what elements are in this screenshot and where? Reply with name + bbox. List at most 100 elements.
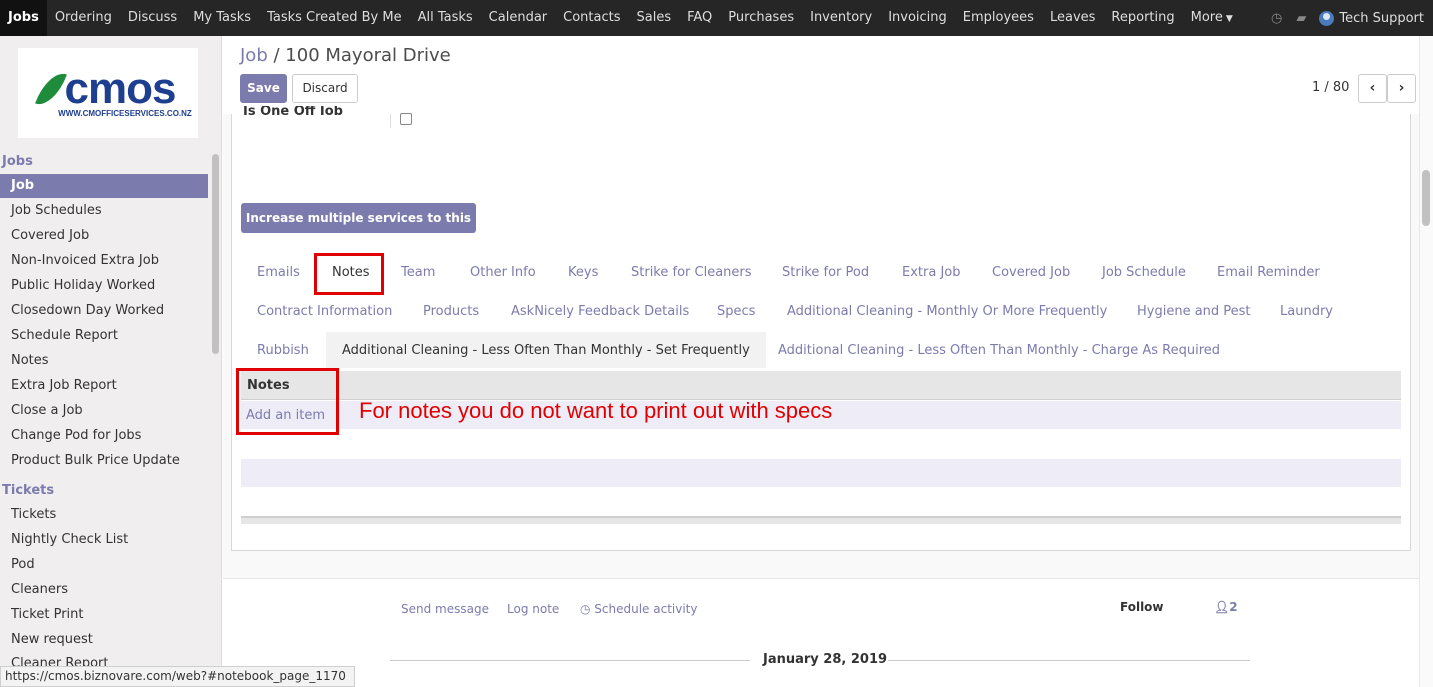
tab-additional-cleaning-charge-as-required[interactable]: Additional Cleaning - Less Often Than Mo…	[778, 334, 1220, 368]
clock-icon: ◷	[580, 602, 595, 616]
sidebar-item-closedown-day-worked[interactable]: Closedown Day Worked	[0, 299, 208, 323]
sidebar-section-jobs: Jobs	[2, 154, 33, 169]
menu-my-tasks[interactable]: My Tasks	[185, 0, 259, 36]
menu-sales[interactable]: Sales	[629, 0, 680, 36]
tab-covered-job[interactable]: Covered Job	[992, 256, 1070, 290]
user-name: Tech Support	[1339, 10, 1424, 26]
annotation-text: For notes you do not want to print out w…	[359, 398, 833, 423]
sidebar-item-nightly-check-list[interactable]: Nightly Check List	[0, 528, 208, 552]
chat-icon[interactable]: ▰	[1289, 11, 1313, 26]
menu-purchases[interactable]: Purchases	[720, 0, 802, 36]
menu-discuss[interactable]: Discuss	[120, 0, 185, 36]
sidebar-item-non-invoiced-extra-job[interactable]: Non-Invoiced Extra Job	[0, 249, 208, 273]
tab-additional-cleaning-monthly[interactable]: Additional Cleaning - Monthly Or More Fr…	[787, 295, 1107, 329]
sidebar-item-job-schedules[interactable]: Job Schedules	[0, 199, 208, 223]
status-url-tooltip: https://cmos.biznovare.com/web?#notebook…	[0, 666, 355, 687]
sidebar-item-ticket-print[interactable]: Ticket Print	[0, 603, 208, 627]
tab-job-schedule[interactable]: Job Schedule	[1102, 256, 1186, 290]
log-note-button[interactable]: Log note	[507, 602, 559, 616]
sidebar-scrollbar[interactable]	[212, 154, 219, 354]
app-menu: Jobs Ordering Discuss My Tasks Tasks Cre…	[0, 0, 1241, 36]
one-off-job-checkbox[interactable]	[400, 113, 412, 125]
tab-team[interactable]: Team	[401, 256, 435, 290]
tab-email-reminder[interactable]: Email Reminder	[1217, 256, 1320, 290]
notes-table-header	[241, 371, 1401, 400]
one-off-job-label: Is One Off Job	[243, 106, 343, 115]
page-title: 100 Mayoral Drive	[285, 45, 451, 66]
company-logo[interactable]: cmos WWW.CMOFFICESERVICES.CO.NZ	[18, 48, 198, 138]
tab-emails[interactable]: Emails	[257, 256, 300, 290]
sidebar-item-tickets[interactable]: Tickets	[0, 503, 208, 527]
sidebar-item-public-holiday-worked[interactable]: Public Holiday Worked	[0, 274, 208, 298]
tab-rubbish[interactable]: Rubbish	[257, 334, 309, 368]
tab-hygiene-and-pest[interactable]: Hygiene and Pest	[1137, 295, 1251, 329]
pager-previous-button[interactable]: ‹	[1358, 74, 1387, 103]
menu-jobs[interactable]: Jobs	[0, 0, 47, 36]
send-message-button[interactable]: Send message	[401, 602, 489, 616]
sidebar-item-product-bulk-price-update[interactable]: Product Bulk Price Update	[0, 449, 208, 473]
menu-faq[interactable]: FAQ	[679, 0, 720, 36]
breadcrumb-separator: /	[273, 45, 280, 66]
sidebar-item-change-pod-for-jobs[interactable]: Change Pod for Jobs	[0, 424, 208, 448]
discard-button[interactable]: Discard	[292, 74, 358, 103]
save-button[interactable]: Save	[240, 74, 287, 103]
sidebar-item-new-request[interactable]: New request	[0, 628, 208, 652]
sidebar-item-pod[interactable]: Pod	[0, 553, 208, 577]
pager-next-button[interactable]: ›	[1387, 74, 1416, 103]
tab-keys[interactable]: Keys	[568, 256, 598, 290]
date-separator-line	[888, 660, 1250, 661]
tab-notes[interactable]: Notes	[332, 256, 370, 290]
menu-all-tasks[interactable]: All Tasks	[410, 0, 481, 36]
sidebar-item-notes[interactable]: Notes	[0, 349, 208, 373]
sidebar-item-job[interactable]: Job	[0, 174, 208, 198]
chatter-divider	[223, 578, 1420, 579]
menu-inventory[interactable]: Inventory	[802, 0, 880, 36]
table-row	[241, 459, 1401, 487]
tab-contract-information[interactable]: Contract Information	[257, 295, 392, 329]
main-scrollbar-thumb[interactable]	[1422, 170, 1430, 226]
menu-invoicing[interactable]: Invoicing	[880, 0, 955, 36]
logo-text: cmos	[64, 63, 177, 113]
tab-strike-for-cleaners[interactable]: Strike for Cleaners	[631, 256, 752, 290]
sidebar-item-extra-job-report[interactable]: Extra Job Report	[0, 374, 208, 398]
menu-employees[interactable]: Employees	[955, 0, 1042, 36]
systray: ◷ ▰ Tech Support	[1264, 0, 1433, 36]
followers-button[interactable]: 👤︎2	[1214, 600, 1238, 614]
field-separator	[390, 114, 391, 128]
top-navbar: Jobs Ordering Discuss My Tasks Tasks Cre…	[0, 0, 1433, 36]
increase-services-button[interactable]: Increase multiple services to this Job	[241, 203, 476, 255]
sidebar-item-close-a-job[interactable]: Close a Job	[0, 399, 208, 423]
date-separator-line	[390, 660, 750, 661]
menu-calendar[interactable]: Calendar	[481, 0, 555, 36]
followers-count: 2	[1229, 600, 1238, 614]
main-scrollbar-track[interactable]	[1419, 36, 1433, 687]
menu-ordering[interactable]: Ordering	[47, 0, 120, 36]
breadcrumb-job-link[interactable]: Job	[240, 45, 268, 66]
menu-more[interactable]: More ▼	[1183, 0, 1241, 36]
user-menu[interactable]: Tech Support	[1313, 10, 1433, 26]
tab-extra-job[interactable]: Extra Job	[902, 256, 961, 290]
menu-reporting[interactable]: Reporting	[1103, 0, 1182, 36]
chevron-left-icon: ‹	[1369, 80, 1376, 96]
clock-icon[interactable]: ◷	[1264, 11, 1289, 26]
tab-specs[interactable]: Specs	[717, 295, 755, 329]
tab-products[interactable]: Products	[423, 295, 479, 329]
sidebar-item-covered-job[interactable]: Covered Job	[0, 224, 208, 248]
tab-laundry[interactable]: Laundry	[1280, 295, 1333, 329]
message-date: January 28, 2019	[763, 652, 888, 667]
sidebar-item-cleaners[interactable]: Cleaners	[0, 578, 208, 602]
follow-button[interactable]: Follow	[1120, 600, 1164, 614]
menu-more-label: More	[1190, 10, 1223, 25]
tab-other-info[interactable]: Other Info	[470, 256, 536, 290]
leaf-icon	[34, 67, 67, 110]
menu-tasks-created-by-me[interactable]: Tasks Created By Me	[259, 0, 410, 36]
menu-leaves[interactable]: Leaves	[1042, 0, 1103, 36]
logo-row: cmos	[34, 63, 177, 113]
schedule-activity-label: Schedule activity	[594, 602, 698, 616]
sidebar-item-schedule-report[interactable]: Schedule Report	[0, 324, 208, 348]
tab-additional-cleaning-set-frequently[interactable]: Additional Cleaning - Less Often Than Mo…	[326, 332, 766, 368]
schedule-activity-button[interactable]: ◷ Schedule activity	[580, 602, 698, 616]
tab-asknicely-feedback[interactable]: AskNicely Feedback Details	[511, 295, 689, 329]
menu-contacts[interactable]: Contacts	[555, 0, 628, 36]
tab-strike-for-pod[interactable]: Strike for Pod	[782, 256, 869, 290]
